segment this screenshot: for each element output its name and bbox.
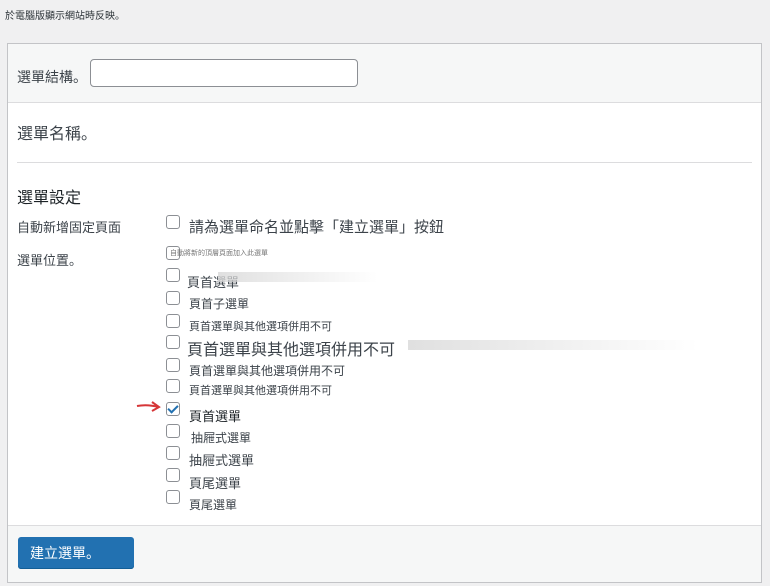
menu-structure-row: 選單結構。 xyxy=(8,44,761,103)
menu-locations-label: 選單位置。 xyxy=(17,254,83,269)
location-label-10: 抽屜式選單 xyxy=(189,454,255,469)
location-checkbox-3[interactable] xyxy=(166,291,180,305)
location-checkbox-5[interactable] xyxy=(166,335,180,349)
blur-overlay-2 xyxy=(408,340,698,350)
menu-structure-label: 選單結構。 xyxy=(17,70,87,86)
menu-name-label: 選單名稱。 xyxy=(17,124,98,143)
location-label-6: 頁首選單與其他選項併用不可 xyxy=(189,364,346,378)
menu-footer: 建立選單。 xyxy=(8,525,761,582)
location-label-1: 自動將新的頂層頁面加入此選單 xyxy=(170,249,268,257)
location-label-11: 頁尾選單 xyxy=(189,477,242,492)
location-label-3: 頁首子選單 xyxy=(189,297,250,311)
red-arrow-icon xyxy=(136,401,161,412)
location-label-9: 抽屜式選單 xyxy=(191,431,252,445)
top-note: 於電腦版顯示網站時反映。 xyxy=(5,11,125,22)
location-checkbox-9[interactable] xyxy=(166,424,180,438)
location-label-4: 頁首選單與其他選項併用不可 xyxy=(189,320,332,333)
auto-add-pages-label: 自動新增固定頁面 xyxy=(17,221,122,236)
menu-edit-panel: 選單結構。 選單名稱。 選單設定 自動新增固定頁面 請為選單命名並點擊「建立選單… xyxy=(7,43,762,583)
menu-settings-title: 選單設定 xyxy=(17,188,82,207)
location-checkbox-8[interactable] xyxy=(166,402,180,416)
location-label-7: 頁首選單與其他選項併用不可 xyxy=(189,384,332,397)
blur-overlay-1 xyxy=(218,272,378,282)
location-checkbox-12[interactable] xyxy=(166,490,180,504)
location-label-5: 頁首選單與其他選項併用不可 xyxy=(187,340,396,359)
location-checkbox-10[interactable] xyxy=(166,446,180,460)
location-label-8: 頁首選單 xyxy=(189,410,242,425)
location-checkbox-6[interactable] xyxy=(166,358,180,372)
auto-add-checkbox[interactable] xyxy=(166,215,180,229)
menu-structure-input[interactable] xyxy=(90,59,358,87)
location-checkbox-4[interactable] xyxy=(166,314,180,328)
create-menu-button[interactable]: 建立選單。 xyxy=(18,537,134,569)
auto-add-text: 請為選單命名並點擊「建立選單」按鈕 xyxy=(189,218,445,236)
location-checkbox-7[interactable] xyxy=(166,379,180,393)
location-label-12: 頁尾選單 xyxy=(189,498,238,512)
location-checkbox-11[interactable] xyxy=(166,468,180,482)
location-checkbox-2[interactable] xyxy=(166,268,180,282)
divider xyxy=(17,162,752,163)
